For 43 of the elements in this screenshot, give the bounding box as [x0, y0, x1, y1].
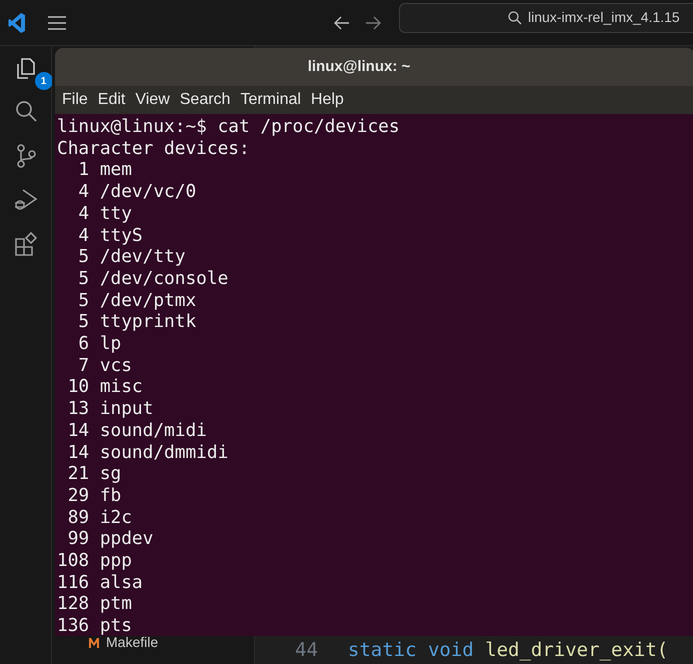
line-number: 44 — [295, 638, 318, 663]
menu-item[interactable]: Terminal — [235, 88, 306, 112]
files-icon[interactable] — [16, 58, 34, 79]
terminal-line: 5 ttyprintk — [77, 311, 196, 334]
terminal-line: 89 i2c — [66, 506, 132, 528]
search-icon — [508, 10, 522, 24]
terminal-line: 14 sound/dmmidi — [66, 442, 228, 464]
search-text: linux-imx-rel_imx_4.1.15 — [528, 8, 680, 27]
menu-item[interactable]: Edit — [92, 88, 130, 112]
menu-item[interactable]: File — [57, 88, 93, 112]
terminal-line: 29 fb — [66, 484, 122, 507]
terminal-line: 10 misc — [66, 376, 143, 398]
terminal-line: 4 /dev/vc/0 — [77, 181, 196, 203]
terminal-line: 5 /dev/ptmx — [77, 290, 196, 312]
count-badge: 1 — [34, 72, 52, 90]
terminal-line: 6 lp — [77, 333, 122, 355]
terminal-line: 4 ttyS — [77, 224, 143, 246]
menu-item[interactable]: View — [130, 88, 175, 112]
extensions-icon[interactable] — [12, 231, 38, 257]
terminal-line: 5 /dev/tty — [77, 246, 186, 268]
menu-icon[interactable] — [48, 16, 66, 30]
window-title: linux@linux: ~ — [308, 56, 410, 77]
terminal-line: 128 ptm — [57, 593, 132, 616]
terminal-line: linux@linux:~$ cat /proc/devices — [57, 116, 400, 138]
terminal-line: 1 mem — [77, 159, 132, 182]
terminal-line: 13 input — [66, 398, 154, 420]
terminal-line: 4 tty — [77, 202, 132, 225]
terminal-line: 116 alsa — [57, 572, 143, 594]
vscode-logo-icon — [8, 12, 26, 34]
menu-item[interactable]: Help — [306, 88, 349, 112]
terminal-line: 14 sound/midi — [66, 420, 207, 442]
terminal-line: 5 /dev/console — [77, 268, 228, 290]
makefile-icon — [88, 636, 100, 648]
terminal-line: 21 sg — [66, 463, 122, 485]
back-arrow-icon[interactable] — [334, 16, 350, 30]
terminal-line: Character devices: — [57, 138, 250, 160]
terminal-line: 108 ppp — [57, 550, 132, 572]
terminal-line: 7 vcs — [77, 354, 132, 376]
terminal-line: 99 ppdev — [66, 528, 154, 550]
menu-item[interactable]: Search — [174, 88, 236, 112]
search-field[interactable]: linux-imx-rel_imx_4.1.15 — [399, 2, 693, 32]
forward-arrow-icon[interactable] — [365, 16, 381, 30]
code-line: static void led_driver_exit( — [348, 638, 668, 663]
